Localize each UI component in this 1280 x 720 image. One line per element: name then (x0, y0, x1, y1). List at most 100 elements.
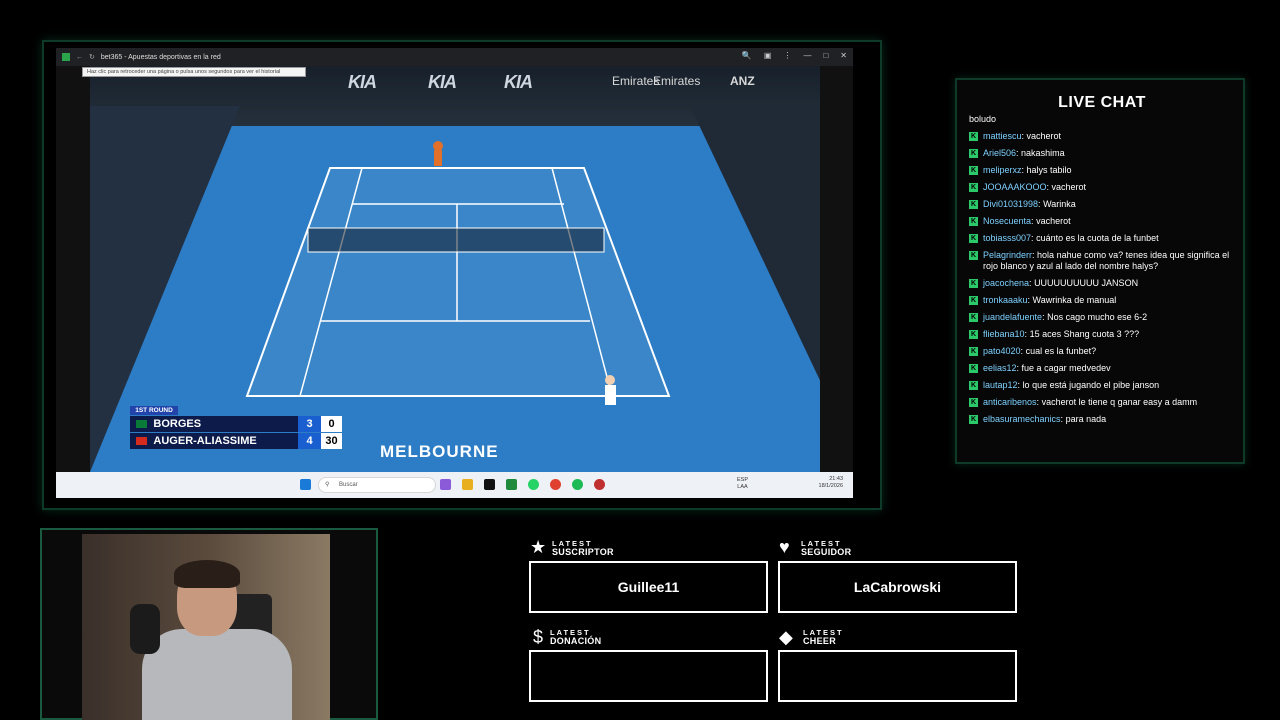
taskbar-search[interactable]: ⚲ Buscar (318, 477, 436, 493)
windows-start-icon[interactable] (300, 479, 311, 490)
chat-line: Pelagrinderr: hola nahue como va? tenes … (983, 250, 1239, 272)
chat-text: cuánto es la cuota de la funbet (1036, 233, 1159, 243)
chat-message: Kelbasuramechanics: para nada (969, 414, 1239, 425)
chat-username[interactable]: pato4020 (983, 346, 1021, 356)
chat-text: vacherot (1051, 182, 1087, 192)
player-sets: 4 (298, 433, 322, 449)
language-indicator[interactable]: ESP LAA (737, 477, 748, 491)
kick-badge-icon: K (969, 330, 978, 339)
chat-text: vacherot (1036, 216, 1071, 226)
chrome-icon[interactable] (550, 479, 561, 490)
chat-username[interactable]: meliperxz (983, 165, 1022, 175)
chat-line: juandelafuente: Nos cago mucho ese 6-2 (983, 312, 1147, 323)
chat-message: Keelias12: fue a cagar medvedev (969, 363, 1239, 374)
chat-text: 15 aces Shang cuota 3 ??? (1029, 329, 1140, 339)
tennis-video[interactable]: KIA KIA KIA Emirates Emirates ANZ 1ST RO… (90, 66, 820, 472)
kick-badge-icon: K (969, 381, 978, 390)
flag-canada-icon (136, 437, 148, 445)
zoom-icon[interactable]: 🔍 (742, 51, 752, 60)
chat-username[interactable]: eelias12 (983, 363, 1017, 373)
kick-badge-icon: K (969, 166, 978, 175)
chat-text: UUUUUUUUUU JANSON (1034, 278, 1139, 288)
chat-text: Wawrinka de manual (1032, 295, 1117, 305)
chat-message: Kjoacochena: UUUUUUUUUU JANSON (969, 278, 1239, 289)
search-icon: ⚲ (325, 482, 330, 488)
chat-username[interactable]: lautap12 (983, 380, 1018, 390)
chat-username[interactable]: tronkaaaku (983, 295, 1028, 305)
chat-messages[interactable]: boludo Kmattiescu: vacherot K Ariel506: na… (969, 114, 1239, 454)
chat-username[interactable]: tobiasss007 (983, 233, 1031, 243)
chat-username[interactable]: Divi01031998 (983, 199, 1038, 209)
chat-line: fliebana10: 15 aces Shang cuota 3 ??? (983, 329, 1139, 340)
chat-username[interactable]: Ariel506 (983, 148, 1016, 158)
chat-text: cual es la funbet? (1025, 346, 1097, 356)
player-name: AUGER-ALIASSIME (153, 435, 257, 447)
chat-username[interactable]: joacochena (983, 278, 1029, 288)
kick-badge-icon: K (969, 217, 978, 226)
whatsapp-icon[interactable] (528, 479, 539, 490)
chat-line: joacochena: UUUUUUUUUU JANSON (983, 278, 1138, 289)
chat-message: Kjuandelafuente: Nos cago mucho ese 6-2 (969, 312, 1239, 323)
chat-username[interactable]: mattiescu (983, 131, 1022, 141)
clock-time: 21:43 (829, 476, 843, 482)
chat-text: lo que está jugando el pibe janson (1022, 380, 1160, 390)
live-chat-panel: LIVE CHAT boludo Kmattiescu: vacherot K Ar… (955, 78, 1245, 464)
back-icon[interactable]: ← (76, 54, 83, 61)
chat-message: K Pelagrinderr: hola nahue como va? tenes… (969, 250, 1239, 272)
chat-text: halys tabilo (1026, 165, 1072, 175)
webcam-feed (82, 534, 330, 720)
chat-message: K Ariel506: nakashima (969, 148, 1239, 159)
system-clock[interactable]: 21:43 18/1/2026 (819, 476, 843, 490)
back-tooltip: Haz clic para retroceder una página o pu… (82, 67, 306, 77)
streamer-body (142, 629, 292, 720)
widget-label: SUSCRIPTOR (552, 547, 614, 557)
chat-message: Ktobiasss007: cuánto es la cuota de la f… (969, 233, 1239, 244)
streamer-hair (174, 560, 240, 588)
maximize-icon[interactable]: □ (823, 51, 828, 60)
chat-message: Kmeliperxz: halys tabilo (969, 165, 1239, 176)
star-icon: ★ (530, 537, 547, 557)
windows-taskbar: ⚲ Buscar ESP LAA 21:43 18/1/2026 (56, 472, 853, 498)
microphone-icon (130, 604, 160, 654)
player-sets: 3 (298, 416, 322, 432)
file-explorer-icon[interactable] (462, 479, 473, 490)
venue-logo: MELBOURNE (380, 442, 499, 461)
copilot-icon[interactable] (440, 479, 451, 490)
round-label: 1ST ROUND (130, 406, 178, 415)
kick-badge-icon: K (969, 279, 978, 288)
extensions-icon[interactable]: ▣ (764, 51, 772, 60)
clock-date: 18/1/2026 (818, 483, 843, 489)
bet365-app-icon[interactable] (506, 479, 517, 490)
obs-icon[interactable] (594, 479, 605, 490)
chat-line: eelias12: fue a cagar medvedev (983, 363, 1111, 374)
kick-badge-icon: K (969, 183, 978, 192)
minimize-icon[interactable]: — (803, 51, 811, 60)
lang-layout: LAA (737, 484, 748, 490)
chat-text: nakashima (1021, 148, 1065, 158)
chat-line: lautap12: lo que está jugando el pibe ja… (983, 380, 1159, 391)
kick-badge-icon: K (969, 398, 978, 407)
chat-username[interactable]: anticaribenos (983, 397, 1037, 407)
chat-username[interactable]: Pelagrinderr (983, 250, 1032, 260)
chat-line: meliperxz: halys tabilo (983, 165, 1072, 176)
tiktok-icon[interactable] (484, 479, 495, 490)
chat-username[interactable]: fliebana10 (983, 329, 1025, 339)
widget-label: SEGUIDOR (801, 547, 852, 557)
reload-icon[interactable]: ↻ (89, 53, 95, 61)
chat-username[interactable]: Nosecuenta (983, 216, 1031, 226)
chat-line: Nosecuenta: vacherot (983, 216, 1071, 227)
player-name: BORGES (153, 418, 202, 430)
flag-portugal-icon (136, 420, 148, 428)
chat-line: Divi01031998: Warinka (983, 199, 1076, 210)
kick-badge-icon: K (969, 234, 978, 243)
seguidor-title: LATEST SEGUIDOR (801, 539, 851, 557)
chat-message-partial: boludo (969, 114, 1239, 125)
chat-username[interactable]: juandelafuente (983, 312, 1042, 322)
close-icon[interactable]: ✕ (840, 51, 847, 60)
menu-icon[interactable]: ⋮ (783, 51, 791, 60)
browser-titlebar: ← ↻ bet365 - Apuestas deportivas en la r… (56, 48, 853, 66)
spotify-icon[interactable] (572, 479, 583, 490)
lang-code: ESP (737, 477, 749, 483)
chat-username[interactable]: elbasuramechanics (983, 414, 1061, 424)
chat-username[interactable]: JOOAAAKOOO (983, 182, 1047, 192)
